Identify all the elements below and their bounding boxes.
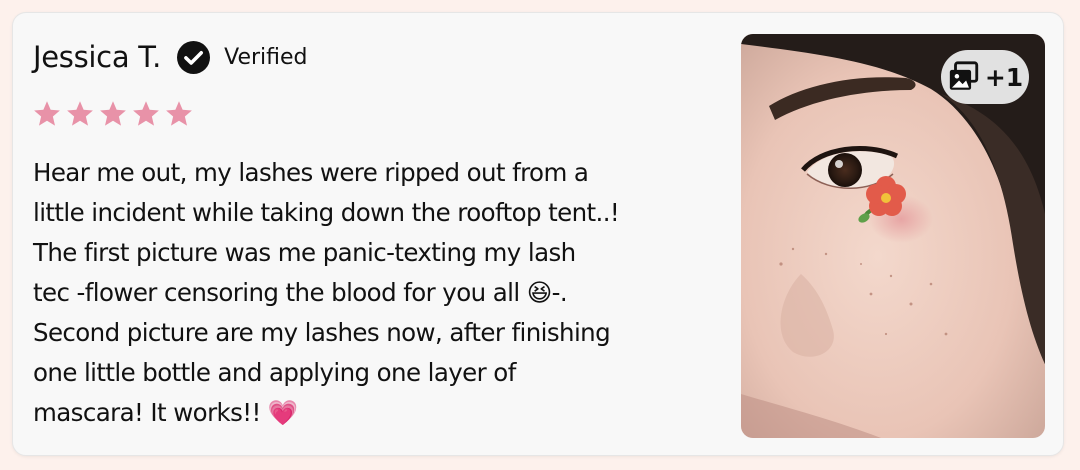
star-icon [166, 101, 192, 126]
review-body: Hear me out, my lashes were ripped out f… [33, 153, 743, 433]
review-header: Jessica T. Verified [33, 39, 308, 75]
more-photos-badge[interactable]: +1 [941, 50, 1029, 104]
verified-label: Verified [224, 44, 308, 70]
star-icon [34, 101, 60, 126]
review-body-line: tec -flower censoring the blood for you … [33, 278, 568, 307]
reviewer-name: Jessica T. [33, 40, 162, 74]
gallery-icon [949, 61, 978, 90]
review-body-line: mascara! It works!! 💗 [33, 398, 298, 427]
review-body-line: little incident while taking down the ro… [33, 198, 620, 227]
more-photos-count: +1 [984, 62, 1024, 92]
review-body-line: Hear me out, my lashes were ripped out f… [33, 158, 589, 187]
review-body-line: The first picture was me panic-texting m… [33, 238, 576, 267]
star-rating [32, 99, 194, 129]
star-icon [67, 101, 93, 126]
review-body-line: Second picture are my lashes now, after … [33, 318, 611, 347]
star-icon [100, 101, 126, 126]
review-card: Jessica T. Verified Hear me out, my lash… [12, 12, 1064, 456]
review-photo[interactable]: +1 [741, 34, 1045, 438]
review-body-line: one little bottle and applying one layer… [33, 358, 516, 387]
star-icon [133, 101, 159, 126]
verified-check-icon [177, 40, 211, 74]
